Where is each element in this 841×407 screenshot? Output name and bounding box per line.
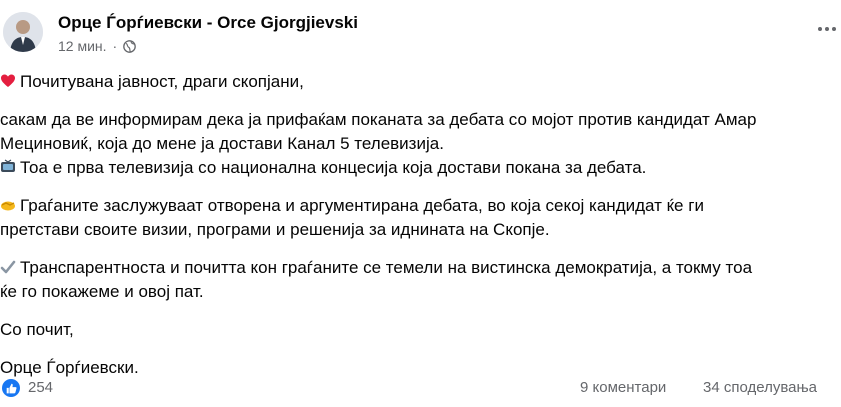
citizens-line: Граѓаните заслужуваат отворена и аргумен… (0, 194, 841, 242)
author-name[interactable]: Орце Ѓорѓиевски - Orce Gjorgjievski (58, 13, 358, 33)
shares-link[interactable]: 34 споделувања (703, 379, 817, 396)
post-footer: 254 9 коментари 34 споделувања (0, 374, 841, 404)
globe-icon[interactable] (123, 39, 137, 53)
greeting-line: Почитувана јавност, драги скопјани, (0, 70, 841, 94)
tv-line: Тоа е прва телевизија со национална конц… (0, 156, 841, 180)
transparency-line: Транспарентноста и почитта кон граѓаните… (0, 256, 841, 304)
transparency-text: Транспарентноста и почитта кон граѓаните… (0, 258, 753, 301)
comments-link[interactable]: 9 коментари (580, 379, 666, 396)
post-meta: 12 мин. · (58, 38, 137, 54)
debate-text: сакам да ве информирам дека ја прифаќам … (0, 110, 757, 153)
paragraph-debate: сакам да ве информирам дека ја прифаќам … (0, 108, 841, 180)
closing-line: Со почит, (0, 320, 74, 339)
handshake-icon (0, 196, 16, 212)
tv-text: Тоа е прва телевизија со национална конц… (20, 158, 647, 177)
post-time[interactable]: 12 мин. (58, 38, 107, 54)
more-options-icon[interactable] (812, 14, 841, 44)
post-body: Почитувана јавност, драги скопјани, сака… (0, 70, 841, 380)
like-reaction-icon[interactable] (2, 379, 20, 397)
post-header: Орце Ѓорѓиевски - Orce Gjorgjievski 12 м… (0, 0, 841, 62)
citizens-text: Граѓаните заслужуваат отворена и аргумен… (0, 196, 704, 239)
separator-dot: · (112, 38, 118, 54)
reaction-count[interactable]: 254 (28, 379, 53, 396)
avatar[interactable] (3, 12, 43, 52)
heart-icon (0, 72, 16, 88)
greeting-text: Почитувана јавност, драги скопјани, (20, 72, 304, 91)
tv-icon (0, 158, 16, 174)
check-mark-icon (0, 258, 16, 274)
